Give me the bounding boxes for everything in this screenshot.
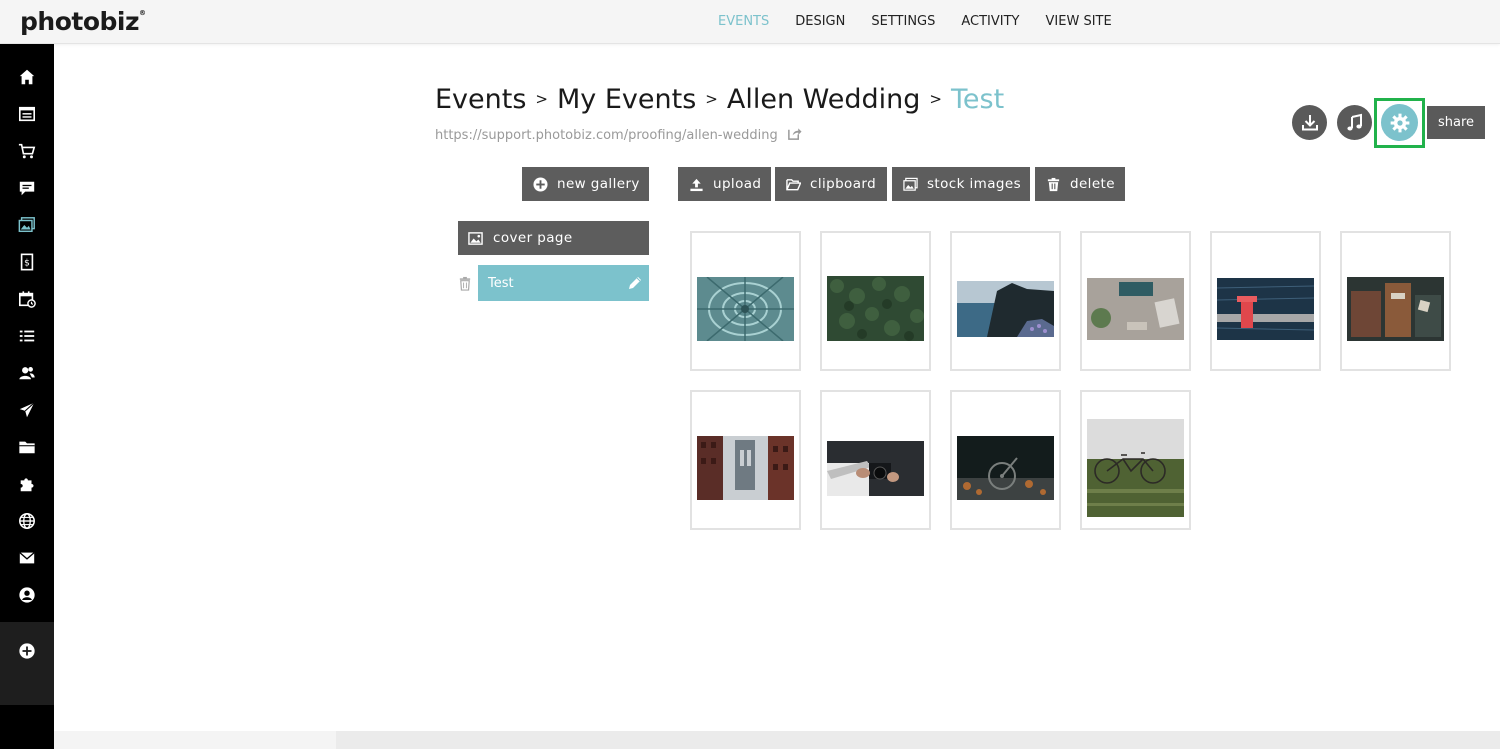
images-icon xyxy=(903,177,918,191)
image-icon xyxy=(468,231,483,245)
puzzle-icon[interactable] xyxy=(17,475,37,493)
clipboard-label: clipboard xyxy=(810,176,877,192)
gallery-item-test[interactable]: Test xyxy=(478,265,649,301)
photo-thumbnail[interactable] xyxy=(1080,390,1191,530)
list-icon[interactable] xyxy=(17,327,37,345)
new-gallery-button[interactable]: new gallery xyxy=(522,167,649,201)
event-url[interactable]: https://support.photobiz.com/proofing/al… xyxy=(435,128,778,143)
photo-coastal-cliff xyxy=(957,281,1054,337)
photo-thumbnail[interactable] xyxy=(690,390,801,530)
nav-events[interactable]: EVENTS xyxy=(705,14,782,29)
share-button[interactable]: share xyxy=(1427,106,1485,139)
nav-design[interactable]: DESIGN xyxy=(782,14,858,29)
music-icon xyxy=(1346,113,1362,130)
photo-thumbnail[interactable] xyxy=(820,231,931,371)
invoice-icon[interactable]: $ xyxy=(17,253,37,271)
event-url-row: https://support.photobiz.com/proofing/al… xyxy=(435,126,802,145)
folder-icon[interactable] xyxy=(17,438,37,456)
mail-icon[interactable] xyxy=(17,549,37,567)
photo-thumbnail[interactable] xyxy=(950,231,1061,371)
photo-succulent xyxy=(697,277,794,341)
breadcrumb-separator: > xyxy=(535,90,548,108)
photo-thumbnail[interactable] xyxy=(1210,231,1321,371)
delete-gallery-icon[interactable] xyxy=(458,276,472,291)
photo-thumbnail[interactable] xyxy=(1340,231,1451,371)
photo-camera-hands xyxy=(827,441,924,496)
trash-icon xyxy=(1047,177,1060,191)
gear-icon xyxy=(1390,113,1409,132)
download-icon xyxy=(1301,114,1318,130)
folder-open-icon xyxy=(786,178,801,190)
external-link-icon[interactable] xyxy=(787,126,802,145)
breadcrumb-current: Test xyxy=(950,84,1005,115)
add-icon[interactable] xyxy=(17,642,37,660)
delete-button[interactable]: delete xyxy=(1035,167,1125,201)
breadcrumb: Events > My Events > Allen Wedding > Tes… xyxy=(435,84,1004,115)
photo-red-pier xyxy=(1217,278,1314,340)
logo-text: photobiz xyxy=(20,7,140,36)
photo-forest xyxy=(827,276,924,341)
photo-desk-typewriter xyxy=(1087,278,1184,340)
pencil-icon[interactable] xyxy=(627,275,643,291)
photo-suitcases xyxy=(1347,277,1444,341)
send-icon[interactable] xyxy=(17,401,37,419)
photo-thumbnail[interactable] xyxy=(820,390,931,530)
clipboard-button[interactable]: clipboard xyxy=(775,167,887,201)
comment-icon[interactable] xyxy=(17,179,37,197)
upload-label: upload xyxy=(713,176,762,192)
delete-label: delete xyxy=(1070,176,1115,192)
settings-button[interactable] xyxy=(1381,104,1418,141)
music-button[interactable] xyxy=(1337,105,1372,140)
breadcrumb-my-events[interactable]: My Events xyxy=(557,84,696,115)
breadcrumb-allen-wedding[interactable]: Allen Wedding xyxy=(727,84,921,115)
gallery-item-label: Test xyxy=(488,275,514,291)
photo-thumbnail[interactable] xyxy=(690,231,801,371)
footer-strip xyxy=(54,731,1500,749)
account-icon[interactable] xyxy=(17,586,37,604)
plus-circle-icon xyxy=(533,176,548,192)
calendar-icon[interactable] xyxy=(17,290,37,308)
left-sidebar: $ xyxy=(0,44,54,749)
logo-mark: ® xyxy=(139,8,146,17)
breadcrumb-separator: > xyxy=(705,90,718,108)
photo-bicycle-night xyxy=(957,436,1054,500)
website-pages-icon[interactable] xyxy=(17,105,37,123)
nav-settings[interactable]: SETTINGS xyxy=(858,14,948,29)
horizontal-scrollbar[interactable] xyxy=(336,731,1500,749)
cart-icon[interactable] xyxy=(17,142,37,160)
breadcrumb-separator: > xyxy=(929,90,942,108)
download-button[interactable] xyxy=(1292,105,1327,140)
sidebar-add-section xyxy=(0,622,54,705)
photo-thumbnail[interactable] xyxy=(950,390,1061,530)
photobiz-logo[interactable]: photobiz® xyxy=(20,7,146,36)
globe-icon[interactable] xyxy=(17,512,37,530)
upload-button[interactable]: upload xyxy=(678,167,771,201)
stock-images-button[interactable]: stock images xyxy=(892,167,1030,201)
cover-page-item[interactable]: cover page xyxy=(458,221,649,255)
upload-icon xyxy=(690,178,703,191)
new-gallery-label: new gallery xyxy=(557,176,640,192)
cover-page-label: cover page xyxy=(493,230,573,246)
home-icon[interactable] xyxy=(17,68,37,86)
nav-activity[interactable]: ACTIVITY xyxy=(948,14,1032,29)
breadcrumb-events[interactable]: Events xyxy=(435,84,526,115)
contacts-icon[interactable] xyxy=(17,364,37,382)
top-bar: photobiz® EVENTS DESIGN SETTINGS ACTIVIT… xyxy=(0,0,1500,44)
photo-bridge-city xyxy=(697,436,794,500)
svg-text:$: $ xyxy=(24,259,30,269)
nav-view-site[interactable]: VIEW SITE xyxy=(1033,14,1125,29)
photo-bicycle-field xyxy=(1087,419,1184,517)
stock-images-label: stock images xyxy=(927,176,1022,192)
photo-thumbnail[interactable] xyxy=(1080,231,1191,371)
top-nav: EVENTS DESIGN SETTINGS ACTIVITY VIEW SIT… xyxy=(705,14,1125,29)
gallery-icon[interactable] xyxy=(17,216,37,234)
